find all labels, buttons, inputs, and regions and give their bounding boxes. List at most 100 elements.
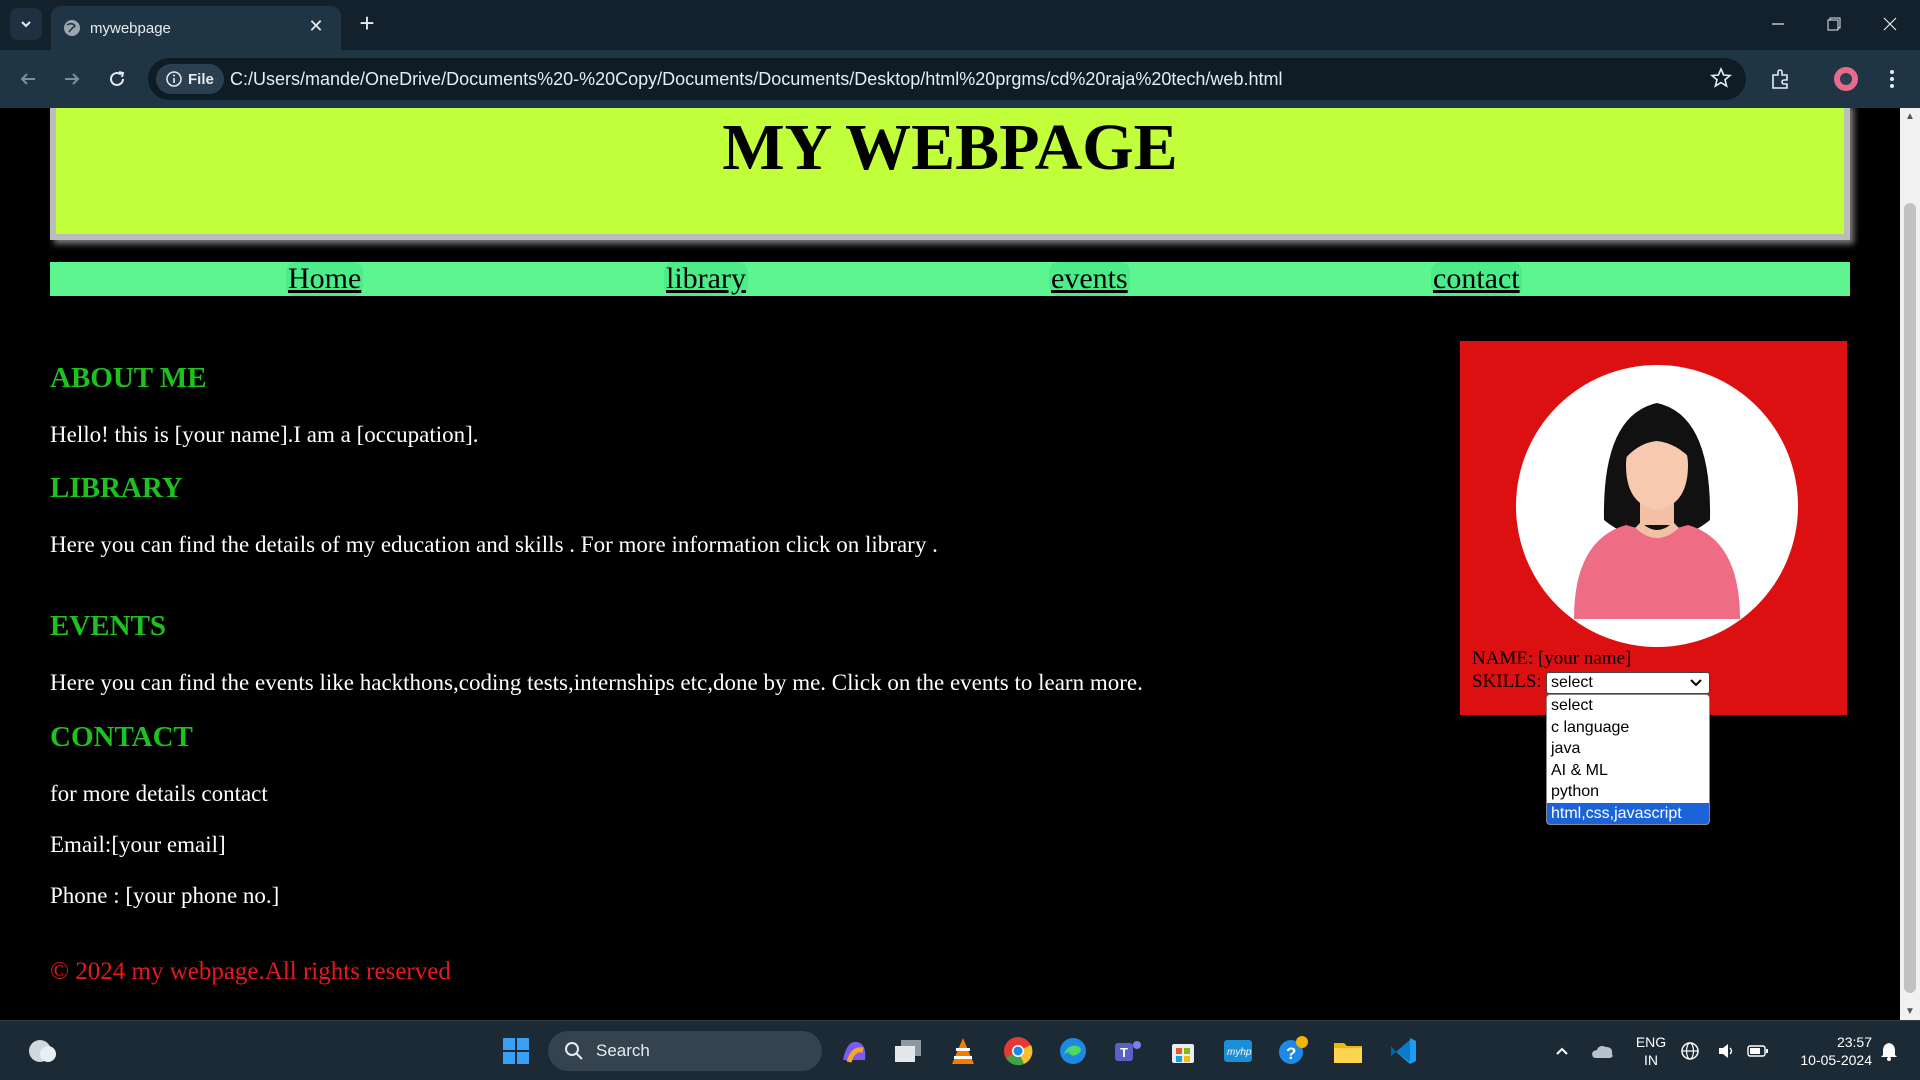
library-heading: LIBRARY (50, 472, 183, 504)
folder-icon (1334, 1043, 1362, 1063)
language-indicator[interactable]: ENG IN (1628, 1033, 1674, 1069)
back-button[interactable] (12, 63, 44, 95)
address-bar[interactable]: File C:/Users/mande/OneDrive/Documents%2… (148, 58, 1746, 100)
profile-card: NAME: [your name] SKILLS: select (1460, 341, 1847, 715)
url-text[interactable]: C:/Users/mande/OneDrive/Documents%20-%20… (230, 69, 1282, 90)
restore-button[interactable] (1814, 8, 1854, 40)
skills-option-select[interactable]: select (1547, 695, 1709, 717)
arrow-right-icon (65, 73, 80, 85)
page-scrollbar[interactable]: ▲ ▼ (1900, 108, 1920, 1020)
about-heading: ABOUT ME (50, 362, 207, 394)
star-icon[interactable] (1710, 67, 1732, 89)
nav-link-events[interactable]: events (1049, 262, 1130, 296)
taskbar-search[interactable]: Search (548, 1031, 822, 1071)
close-icon (1883, 17, 1897, 31)
nav-link-library[interactable]: library (664, 262, 748, 296)
tab-close-button[interactable]: ✕ (305, 16, 327, 37)
tray-overflow-button[interactable] (1542, 1031, 1582, 1071)
myhp-app[interactable]: myhp (1218, 1031, 1258, 1071)
vlc-app[interactable] (943, 1031, 983, 1071)
scroll-thumb[interactable] (1904, 203, 1916, 993)
task-view-app[interactable] (888, 1031, 928, 1071)
skills-option-html-css-javascript[interactable]: html,css,javascript (1547, 802, 1709, 824)
extensions-button[interactable] (1765, 63, 1797, 95)
contact-text: for more details contact (50, 781, 268, 806)
volume-tray[interactable] (1714, 1031, 1738, 1071)
chrome-app[interactable] (998, 1031, 1038, 1071)
contact-email: Email:[your email] (50, 832, 226, 857)
forward-button[interactable] (56, 63, 88, 95)
new-tab-button[interactable]: + (352, 8, 382, 38)
svg-text:myhp: myhp (1227, 1047, 1252, 1058)
onedrive-tray[interactable] (1582, 1031, 1622, 1071)
notifications-button[interactable] (1874, 1031, 1904, 1071)
start-button[interactable] (496, 1031, 536, 1071)
globe-icon (1681, 1042, 1699, 1060)
edge-icon (1060, 1038, 1086, 1064)
teams-icon: T (1115, 1041, 1141, 1061)
teams-app[interactable]: T (1108, 1031, 1148, 1071)
tab-title: mywebpage (90, 20, 171, 37)
nav-menu: Home library events contact (50, 262, 1850, 296)
person-avatar-icon (1574, 403, 1740, 619)
skills-option-python[interactable]: python (1547, 781, 1709, 803)
nav-link-home[interactable]: Home (286, 262, 364, 296)
reload-button[interactable] (101, 63, 133, 95)
page-header: MY WEBPAGE (50, 108, 1850, 240)
store-icon (1172, 1044, 1194, 1063)
help-app[interactable]: ? (1273, 1031, 1313, 1071)
profile-name: NAME: [your name] (1472, 648, 1632, 669)
bell-icon (1881, 1043, 1897, 1061)
onedrive-icon (1592, 1046, 1613, 1058)
puzzle-icon (1772, 69, 1788, 89)
chevron-down-icon (1690, 679, 1702, 687)
clock-date: 10-05-2024 (1800, 1052, 1872, 1068)
network-tray[interactable] (1678, 1031, 1702, 1071)
taskbar: Search T myhp ? ENG IN 23:57 10-05-2024 (0, 1020, 1920, 1080)
svg-text:T: T (1120, 1045, 1128, 1060)
page-title: MY WEBPAGE (722, 111, 1178, 184)
browser-toolbar: File C:/Users/mande/OneDrive/Documents%2… (0, 50, 1920, 108)
tab-search-button[interactable] (10, 8, 42, 40)
avatar (1516, 365, 1798, 647)
arrow-left-icon (20, 73, 35, 85)
close-window-button[interactable] (1870, 8, 1910, 40)
skills-dropdown: select c language java AI & ML python ht… (1546, 694, 1710, 825)
store-app[interactable] (1163, 1031, 1203, 1071)
about-text: Hello! this is [your name].I am a [occup… (50, 422, 479, 447)
footer-copyright: © 2024 my webpage.All rights reserved (50, 958, 451, 985)
menu-button[interactable] (1876, 63, 1908, 95)
task-view-icon (895, 1040, 921, 1062)
scroll-down-arrow[interactable]: ▼ (1900, 1006, 1920, 1017)
nav-link-contact[interactable]: contact (1431, 262, 1522, 296)
skills-option-java[interactable]: java (1547, 738, 1709, 760)
copilot-icon (843, 1041, 866, 1063)
scroll-up-arrow[interactable]: ▲ (1900, 111, 1920, 122)
minimize-button[interactable] (1758, 8, 1798, 40)
search-icon (565, 1042, 583, 1060)
edge-app[interactable] (1053, 1031, 1093, 1071)
skills-option-c-language[interactable]: c language (1547, 717, 1709, 739)
clock[interactable]: 23:57 10-05-2024 (1778, 1033, 1872, 1069)
restore-icon (1827, 17, 1841, 31)
battery-icon (1747, 1045, 1768, 1057)
vscode-app[interactable] (1383, 1031, 1423, 1071)
clock-time: 23:57 (1836, 1034, 1872, 1050)
weather-widget[interactable] (22, 1031, 62, 1071)
minimize-icon (1772, 23, 1784, 25)
contact-phone: Phone : [your phone no.] (50, 883, 280, 908)
profile-button[interactable] (1830, 63, 1862, 95)
site-info-chip[interactable]: File (156, 64, 224, 94)
skills-option-ai-ml[interactable]: AI & ML (1547, 760, 1709, 782)
skills-selected-value: select (1551, 674, 1593, 691)
avatar-icon (1834, 67, 1858, 91)
globe-icon (64, 20, 80, 36)
events-heading: EVENTS (50, 610, 167, 642)
site-info-label: File (188, 70, 214, 88)
file-explorer-app[interactable] (1328, 1031, 1368, 1071)
vscode-icon (1391, 1038, 1416, 1064)
skills-select[interactable]: select (1546, 672, 1710, 694)
battery-tray[interactable] (1746, 1031, 1770, 1071)
copilot-app[interactable] (834, 1031, 874, 1071)
browser-tab[interactable]: mywebpage ✕ (51, 6, 341, 50)
